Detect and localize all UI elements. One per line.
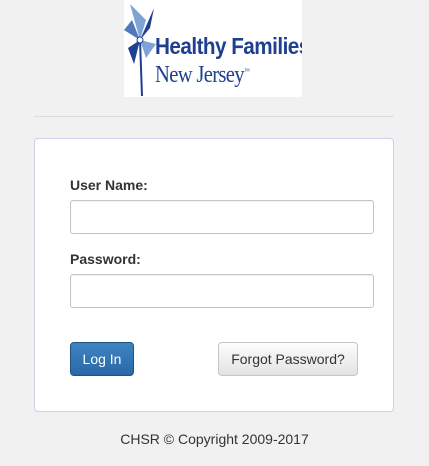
login-button[interactable]: Log In	[70, 342, 134, 376]
copyright-footer: CHSR © Copyright 2009-2017	[120, 431, 309, 447]
login-panel: User Name: Password: Log In Forgot Passw…	[34, 138, 394, 412]
healthy-families-logo: Healthy Families New Jersey™	[124, 0, 302, 97]
forgot-password-button[interactable]: Forgot Password?	[218, 342, 358, 376]
logo-subtitle: New Jersey™	[155, 62, 250, 88]
logo-title: Healthy Families	[155, 33, 302, 59]
header-divider	[34, 116, 394, 117]
username-input[interactable]	[70, 200, 374, 234]
password-label: Password:	[70, 251, 141, 267]
trademark-mark: ™	[243, 67, 250, 75]
password-input[interactable]	[70, 274, 374, 308]
username-label: User Name:	[70, 177, 148, 193]
